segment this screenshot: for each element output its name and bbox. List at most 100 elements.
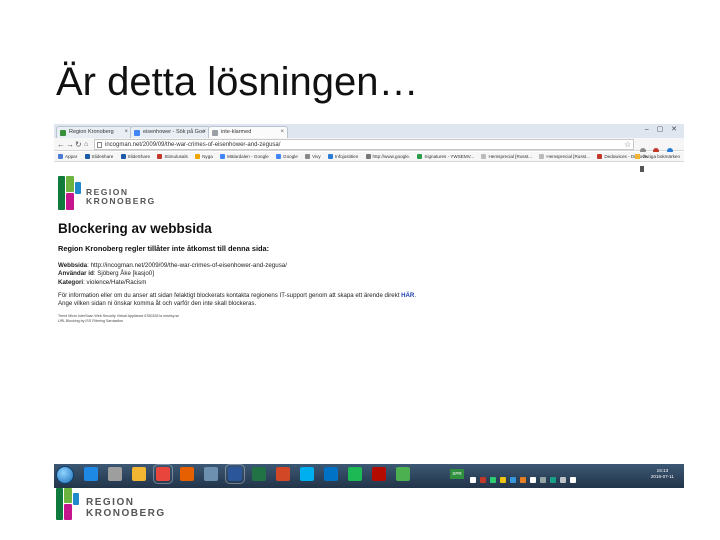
tray-icon[interactable] bbox=[550, 477, 556, 483]
tab-region-kronoberg[interactable]: Region Kronoberg × bbox=[56, 126, 132, 138]
page-favicon-icon bbox=[212, 130, 218, 136]
windows-taskbar: SPR 16:13 2016-07-11 bbox=[54, 464, 684, 488]
logo-line2: KRONOBERG bbox=[86, 507, 166, 519]
bookmark-icon bbox=[481, 154, 487, 160]
tray-icon[interactable] bbox=[480, 477, 486, 483]
bookmark-icon bbox=[195, 154, 201, 160]
bookmark-item[interactable]: Signatures - YWSEMV... bbox=[417, 152, 474, 161]
bookmarks-bar: Appar Slideshare SlideShare Stimulusals … bbox=[54, 152, 684, 162]
bookmark-item[interactable]: Infojustitien bbox=[328, 152, 358, 161]
tray-icon[interactable] bbox=[540, 477, 546, 483]
block-details: Webbsida: http://incogman.net/2009/09/th… bbox=[58, 262, 287, 287]
google-favicon-icon bbox=[134, 130, 140, 136]
bookmark-icon bbox=[305, 154, 311, 160]
browser-toolbar: ← → ↻ ⌂ incogman.net/2009/09/the-war-cri… bbox=[54, 138, 684, 172]
folder-icon[interactable] bbox=[132, 467, 146, 481]
page-subheading: Region Kronoberg regler tillåter inte åt… bbox=[58, 244, 270, 253]
close-icon[interactable]: × bbox=[202, 127, 206, 138]
address-bar[interactable]: incogman.net/2009/09/the-war-crimes-of-e… bbox=[94, 139, 634, 150]
browser-screenshot: Region Kronoberg × eisenhower - Sök på G… bbox=[54, 124, 684, 488]
bookmark-icon bbox=[220, 154, 226, 160]
detail-row-anvandare: Användar id: Sjöberg Åke [kasjo0] bbox=[58, 270, 154, 278]
tools-icon[interactable] bbox=[108, 467, 122, 481]
footnote: Trend Micro InterScan Web Security Virtu… bbox=[58, 314, 180, 323]
support-text: För information eller om du anser att si… bbox=[58, 292, 402, 299]
calendar-icon[interactable] bbox=[204, 467, 218, 481]
detail-row-kategori: Kategori: violence/Hate/Racism bbox=[58, 278, 147, 286]
tab-blocked-page[interactable]: inte-klarmed × bbox=[208, 126, 288, 138]
ie-icon[interactable] bbox=[84, 467, 98, 481]
support-text-line2: Ange vilken sidan ni önskar komma åt och… bbox=[58, 300, 257, 308]
tray-icon[interactable] bbox=[510, 477, 516, 483]
bookmark-icon bbox=[276, 154, 282, 160]
tab-label: eisenhower - Sök på Goo bbox=[143, 129, 206, 135]
tray-icon[interactable] bbox=[470, 477, 476, 483]
bookmark-icon bbox=[539, 154, 545, 160]
bookmark-item[interactable]: Mälardalen - Google bbox=[220, 152, 269, 161]
bookmark-icon bbox=[120, 154, 126, 160]
bookmark-item[interactable]: Stimulusals bbox=[157, 152, 188, 161]
extension-icons bbox=[640, 141, 680, 172]
bookmark-item[interactable]: http://www.google. bbox=[365, 152, 410, 161]
tab-google-search[interactable]: eisenhower - Sök på Goo × bbox=[130, 126, 210, 138]
clock[interactable]: 16:13 2016-07-11 bbox=[651, 468, 674, 480]
tray-icon[interactable] bbox=[500, 477, 506, 483]
detail-row-webbsida: Webbsida: http://incogman.net/2009/09/th… bbox=[58, 262, 287, 269]
tab-label: inte-klarmed bbox=[221, 129, 252, 135]
tray-icon[interactable] bbox=[570, 477, 576, 483]
acrobat-icon[interactable] bbox=[372, 467, 386, 481]
region-logo-mark-icon bbox=[58, 176, 82, 210]
bookmark-icon bbox=[417, 154, 423, 160]
bookmark-item[interactable]: Slideshare bbox=[84, 152, 113, 161]
region-favicon-icon bbox=[60, 130, 66, 136]
skype-icon[interactable] bbox=[300, 467, 314, 481]
support-paragraph: För information eller om du anser att si… bbox=[58, 292, 417, 308]
region-logo-mark-icon bbox=[56, 488, 80, 522]
other-bookmarks[interactable]: Övriga bokmärken bbox=[635, 152, 680, 161]
tab-strip: Region Kronoberg × eisenhower - Sök på G… bbox=[54, 124, 684, 138]
close-icon[interactable]: × bbox=[280, 127, 284, 138]
back-icon[interactable]: ← bbox=[57, 139, 65, 150]
apps-icon bbox=[58, 154, 63, 160]
tray-icon[interactable] bbox=[530, 477, 536, 483]
bookmark-icon bbox=[597, 154, 603, 160]
bookmark-item[interactable]: Appar bbox=[58, 152, 77, 161]
home-icon[interactable]: ⌂ bbox=[84, 139, 88, 150]
outlook-icon[interactable] bbox=[324, 467, 338, 481]
bookmark-star-icon[interactable]: ☆ bbox=[624, 139, 631, 150]
bookmark-icon bbox=[365, 154, 371, 160]
window-controls[interactable]: – ▢ ✕ bbox=[645, 125, 680, 133]
forward-icon[interactable]: → bbox=[66, 139, 74, 150]
bookmark-item[interactable]: Nyga bbox=[195, 152, 213, 161]
bookmark-item[interactable]: Hemsprecial [Russt... bbox=[481, 152, 532, 161]
system-tray bbox=[470, 470, 580, 483]
tray-icon[interactable] bbox=[560, 477, 566, 483]
folder-icon bbox=[635, 154, 641, 160]
menu-icon[interactable] bbox=[640, 166, 644, 172]
powerpoint-icon[interactable] bbox=[276, 467, 290, 481]
support-link[interactable]: HÄR bbox=[401, 292, 414, 299]
excel-icon[interactable] bbox=[252, 467, 266, 481]
page-heading: Blockering av webbsida bbox=[58, 221, 212, 236]
page-icon bbox=[97, 142, 102, 148]
reload-icon[interactable]: ↻ bbox=[75, 139, 82, 150]
bookmark-item[interactable]: Hemsprecial [Russt... bbox=[539, 152, 590, 161]
start-button[interactable] bbox=[56, 466, 74, 484]
bookmark-icon bbox=[328, 154, 334, 160]
bookmark-item[interactable]: SlideShare bbox=[120, 152, 150, 161]
firefox-icon[interactable] bbox=[180, 467, 194, 481]
address-text: incogman.net/2009/09/the-war-crimes-of-e… bbox=[105, 142, 281, 148]
tray-badge[interactable]: SPR bbox=[450, 469, 464, 479]
bookmark-item[interactable]: Vivy bbox=[305, 152, 321, 161]
logo-line1: REGION bbox=[86, 497, 135, 508]
signal-icon[interactable] bbox=[396, 467, 410, 481]
slide-title: Är detta lösningen… bbox=[56, 60, 419, 104]
bookmark-item[interactable]: Google bbox=[276, 152, 298, 161]
chrome-icon[interactable] bbox=[153, 464, 173, 484]
close-icon[interactable]: × bbox=[124, 127, 128, 138]
tray-icon[interactable] bbox=[490, 477, 496, 483]
word-icon[interactable] bbox=[225, 464, 245, 484]
tab-label: Region Kronoberg bbox=[69, 129, 114, 135]
spotify-icon[interactable] bbox=[348, 467, 362, 481]
tray-icon[interactable] bbox=[520, 477, 526, 483]
